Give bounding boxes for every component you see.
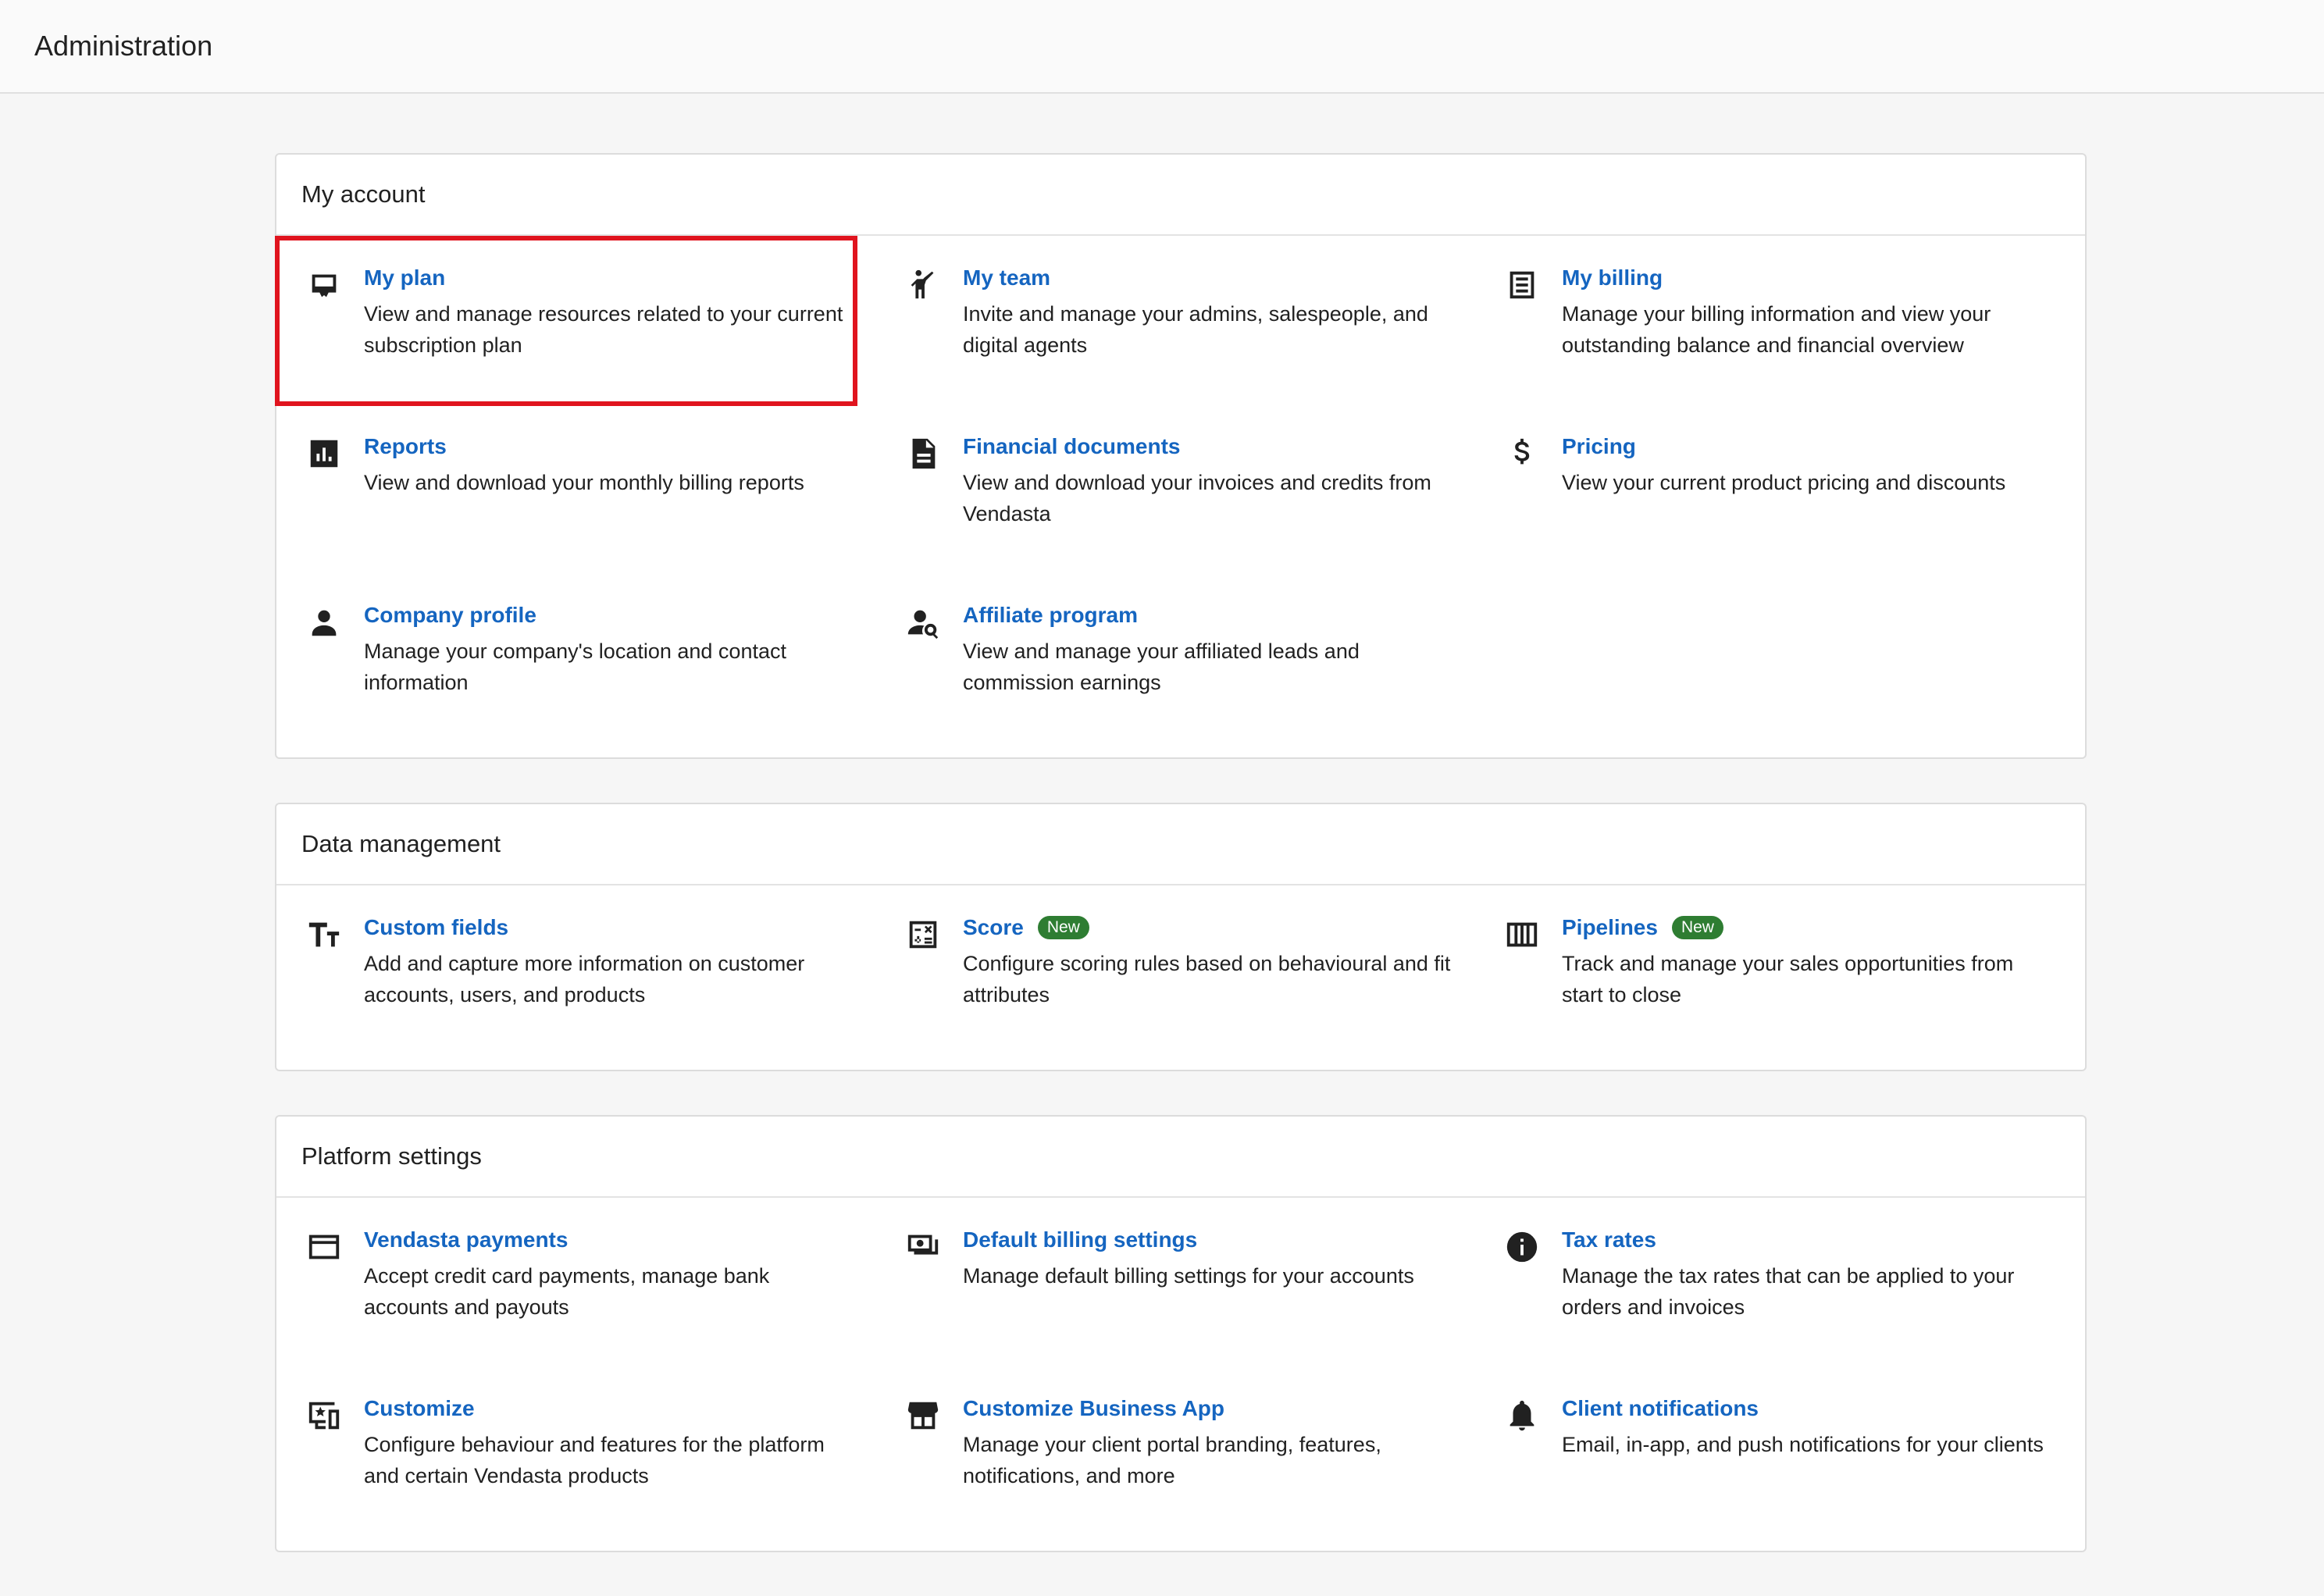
item-title-row: Affiliate program bbox=[963, 603, 1451, 628]
top-bar: Administration bbox=[0, 0, 2324, 94]
dollar-icon bbox=[1504, 436, 1540, 472]
item-title-link[interactable]: Client notifications bbox=[1562, 1396, 1759, 1421]
admin-item[interactable]: Customize Business App Manage your client… bbox=[875, 1366, 1474, 1535]
item-description: View your current product pricing and di… bbox=[1562, 471, 2006, 494]
admin-item[interactable]: My plan View and manage resources related… bbox=[276, 236, 875, 404]
item-title-link[interactable]: Company profile bbox=[364, 603, 536, 628]
item-title-link[interactable]: Default billing settings bbox=[963, 1227, 1197, 1252]
item-description: View and download your monthly billing r… bbox=[364, 471, 804, 494]
calculator-icon bbox=[905, 917, 941, 953]
item-title-link[interactable]: My team bbox=[963, 265, 1050, 290]
item-description: Configure behaviour and features for the… bbox=[364, 1433, 825, 1487]
item-title-row: My billing bbox=[1562, 265, 2050, 290]
item-title-link[interactable]: My plan bbox=[364, 265, 445, 290]
admin-item[interactable]: Financial documents View and download you… bbox=[875, 404, 1474, 573]
bar-chart-icon bbox=[306, 436, 342, 472]
item-title-row: My plan bbox=[364, 265, 852, 290]
info-icon bbox=[1504, 1229, 1540, 1265]
section-grid: Custom fields Add and capture more inform… bbox=[276, 885, 2085, 1070]
item-description: Manage your client portal branding, feat… bbox=[963, 1433, 1381, 1487]
admin-item[interactable]: My team Invite and manage your admins, sa… bbox=[875, 236, 1474, 404]
item-title-row: Pricing bbox=[1562, 434, 2050, 459]
team-person-icon bbox=[905, 267, 941, 303]
item-title-link[interactable]: Customize bbox=[364, 1396, 475, 1421]
section-grid: Vendasta payments Accept credit card paym… bbox=[276, 1198, 2085, 1551]
item-description: Track and manage your sales opportunitie… bbox=[1562, 952, 2014, 1006]
person-icon bbox=[306, 604, 342, 640]
section-title: Platform settings bbox=[276, 1117, 2085, 1198]
item-description: Add and capture more information on cust… bbox=[364, 952, 805, 1006]
item-title-row: Custom fields bbox=[364, 915, 852, 940]
item-title-row: Financial documents bbox=[963, 434, 1451, 459]
item-title-link[interactable]: Score bbox=[963, 915, 1024, 940]
section-card: My account My plan View and manage resourc… bbox=[275, 153, 2087, 759]
item-description: Invite and manage your admins, salespeop… bbox=[963, 302, 1428, 357]
item-title-link[interactable]: Pipelines bbox=[1562, 915, 1658, 940]
text-fields-icon bbox=[306, 917, 342, 953]
item-title-row: Customize bbox=[364, 1396, 852, 1421]
person-search-icon bbox=[905, 604, 941, 640]
item-title-link[interactable]: Tax rates bbox=[1562, 1227, 1656, 1252]
item-description: Manage your billing information and view… bbox=[1562, 302, 1991, 357]
document-icon bbox=[905, 436, 941, 472]
admin-content: My account My plan View and manage resourc… bbox=[275, 153, 2087, 1596]
bell-icon bbox=[1504, 1398, 1540, 1434]
item-description: Manage the tax rates that can be applied… bbox=[1562, 1264, 2015, 1319]
columns-icon bbox=[1504, 917, 1540, 953]
admin-item[interactable]: Pricing View your current product pricing… bbox=[1474, 404, 2073, 573]
admin-item[interactable]: Customize Configure behaviour and feature… bbox=[276, 1366, 875, 1535]
new-badge: New bbox=[1037, 916, 1089, 939]
item-title-link[interactable]: Pricing bbox=[1562, 434, 1636, 459]
item-title-row: Score New bbox=[963, 915, 1451, 940]
item-title-row: Reports bbox=[364, 434, 852, 459]
admin-item[interactable]: Tax rates Manage the tax rates that can b… bbox=[1474, 1198, 2073, 1366]
item-title-row: Customize Business App bbox=[963, 1396, 1451, 1421]
admin-item[interactable]: Company profile Manage your company's loc… bbox=[276, 573, 875, 742]
item-title-link[interactable]: Custom fields bbox=[364, 915, 508, 940]
admin-item[interactable]: Default billing settings Manage default b… bbox=[875, 1198, 1474, 1366]
admin-item[interactable]: Reports View and download your monthly bi… bbox=[276, 404, 875, 573]
page-title: Administration bbox=[34, 30, 213, 62]
item-description: Configure scoring rules based on behavio… bbox=[963, 952, 1451, 1006]
section-card: Data management Custom fields Add and capt… bbox=[275, 803, 2087, 1071]
payments-icon bbox=[905, 1229, 941, 1265]
item-description: View and manage resources related to you… bbox=[364, 302, 843, 357]
item-title-row: Default billing settings bbox=[963, 1227, 1451, 1252]
item-title-row: My team bbox=[963, 265, 1451, 290]
item-description: View and manage your affiliated leads an… bbox=[963, 639, 1360, 694]
item-title-link[interactable]: Financial documents bbox=[963, 434, 1181, 459]
devices-star-icon bbox=[306, 1398, 342, 1434]
admin-item[interactable]: Client notifications Email, in-app, and p… bbox=[1474, 1366, 2073, 1535]
section-grid: My plan View and manage resources related… bbox=[276, 236, 2085, 757]
item-description: View and download your invoices and cred… bbox=[963, 471, 1431, 525]
item-title-row: Tax rates bbox=[1562, 1227, 2050, 1252]
section-title: Data management bbox=[276, 804, 2085, 885]
section-title: My account bbox=[276, 155, 2085, 236]
admin-item[interactable]: Custom fields Add and capture more inform… bbox=[276, 885, 875, 1054]
item-title-link[interactable]: My billing bbox=[1562, 265, 1663, 290]
item-title-link[interactable]: Customize Business App bbox=[963, 1396, 1224, 1421]
storefront-icon bbox=[905, 1398, 941, 1434]
item-description: Email, in-app, and push notifications fo… bbox=[1562, 1433, 2044, 1456]
section-card: Platform settings Vendasta payments Accept… bbox=[275, 1115, 2087, 1552]
admin-item[interactable]: Score New Configure scoring rules based on… bbox=[875, 885, 1474, 1054]
item-title-row: Company profile bbox=[364, 603, 852, 628]
admin-item[interactable]: Affiliate program View and manage your af… bbox=[875, 573, 1474, 742]
admin-item[interactable]: My billing Manage your billing informatio… bbox=[1474, 236, 2073, 404]
receipt-icon bbox=[1504, 267, 1540, 303]
admin-item[interactable]: Pipelines New Track and manage your sales … bbox=[1474, 885, 2073, 1054]
item-description: Manage your company's location and conta… bbox=[364, 639, 786, 694]
item-title-link[interactable]: Affiliate program bbox=[963, 603, 1138, 628]
credit-card-icon bbox=[306, 1229, 342, 1265]
item-description: Manage default billing settings for your… bbox=[963, 1264, 1414, 1288]
item-description: Accept credit card payments, manage bank… bbox=[364, 1264, 770, 1319]
item-title-link[interactable]: Reports bbox=[364, 434, 447, 459]
item-title-row: Vendasta payments bbox=[364, 1227, 852, 1252]
admin-item[interactable]: Vendasta payments Accept credit card paym… bbox=[276, 1198, 875, 1366]
item-title-row: Client notifications bbox=[1562, 1396, 2050, 1421]
new-badge: New bbox=[1671, 916, 1723, 939]
plan-card-icon bbox=[306, 267, 342, 303]
item-title-link[interactable]: Vendasta payments bbox=[364, 1227, 568, 1252]
item-title-row: Pipelines New bbox=[1562, 915, 2050, 940]
